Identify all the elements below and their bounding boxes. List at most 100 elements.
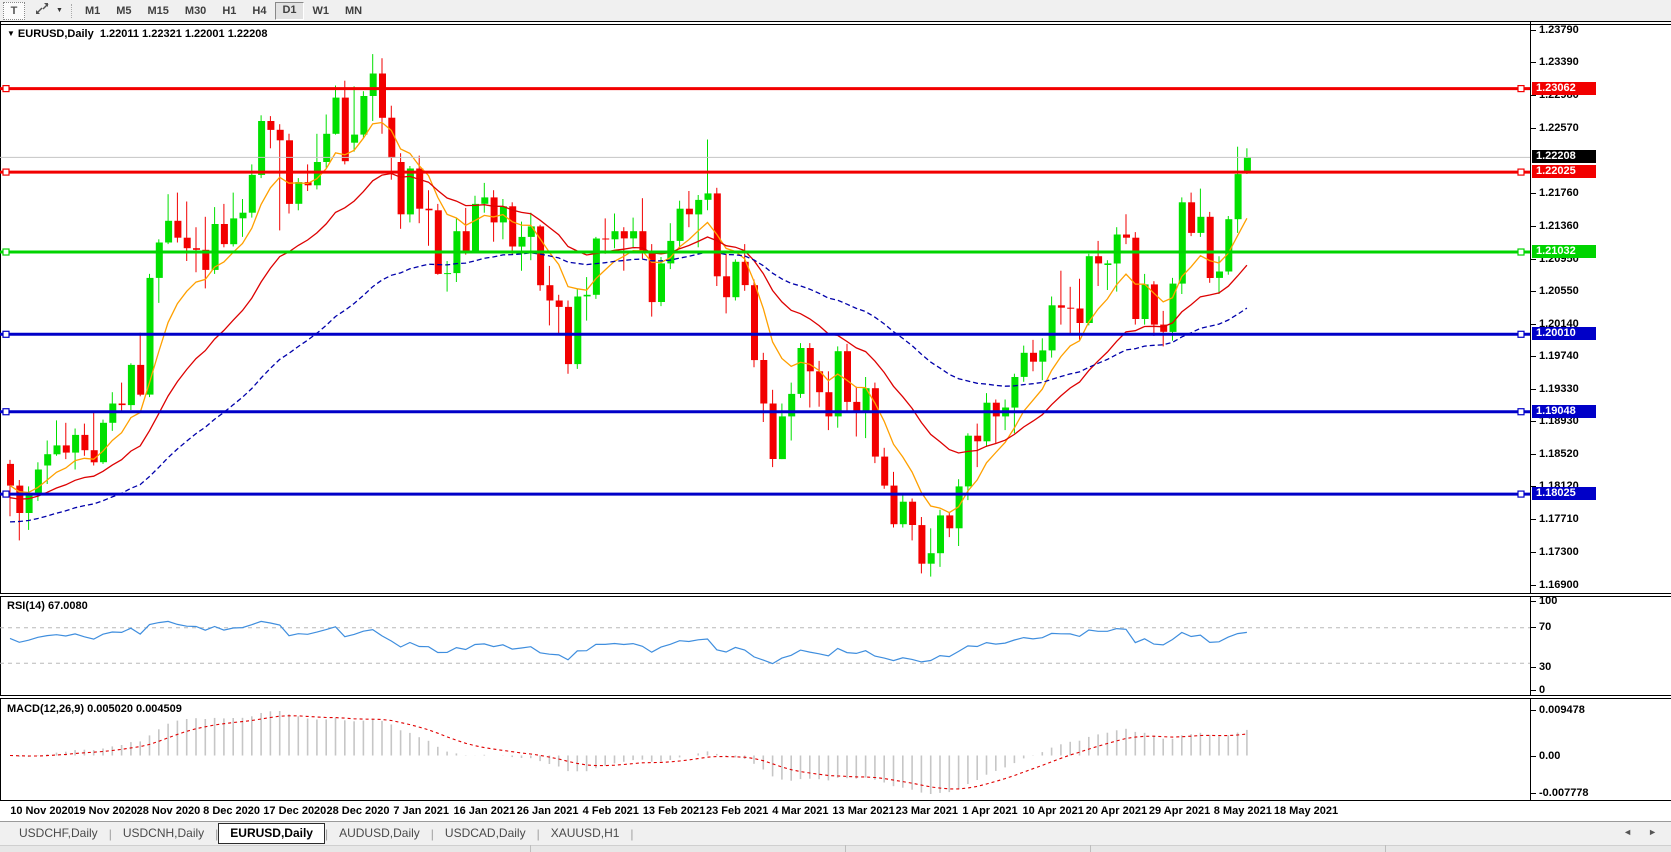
date-label: 10 Apr 2021 [1023, 805, 1084, 817]
status-bar-divider [845, 845, 846, 852]
status-bar-divider [1385, 845, 1386, 852]
date-label: 23 Mar 2021 [896, 805, 958, 817]
chart-tabs: USDCHF,Daily|USDCNH,Daily|EURUSD,Daily|A… [8, 823, 634, 844]
timeframe-buttons: M1M5M15M30H1H4D1W1MN [77, 2, 370, 20]
price-tick-label: 1.21360 [1539, 220, 1579, 232]
chart-tab-xauusd-h1[interactable]: XAUUSD,H1 [540, 824, 631, 843]
chart-tab-usdchf-daily[interactable]: USDCHF,Daily [8, 824, 109, 843]
macd-indicator-canvas[interactable] [0, 699, 1530, 800]
date-label: 13 Feb 2021 [643, 805, 705, 817]
line-anchor-marker [1518, 249, 1524, 255]
axis-tick-mark [1531, 627, 1536, 628]
axis-tick-mark [1531, 601, 1536, 602]
date-label: 20 Apr 2021 [1086, 805, 1147, 817]
price-tick-label: 1.17710 [1539, 513, 1579, 525]
toolbar-separator [71, 4, 72, 18]
price-tick-label: 1.21760 [1539, 187, 1579, 199]
chart-title-symbol: EURUSD,Daily [18, 28, 94, 40]
price-tick-label: 1.16900 [1539, 579, 1579, 591]
date-label: 13 Mar 2021 [832, 805, 894, 817]
timeframe-button-w1[interactable]: W1 [306, 3, 337, 19]
price-axis[interactable]: 1.237901.233901.229801.225701.217601.213… [1531, 21, 1671, 801]
axis-tick-mark [1531, 389, 1536, 390]
price-tick-label: 1.23790 [1539, 24, 1579, 36]
rsi-scale-label: 30 [1539, 661, 1551, 673]
rsi-scale-label: 0 [1539, 684, 1545, 696]
symbol-dropdown-icon[interactable]: ▼ [7, 29, 15, 38]
trading-app-window: T ▼ M1M5M15M30H1H4D1W1MN ▼EURUSD,Daily 1… [0, 0, 1671, 852]
line-anchor-marker [1518, 331, 1524, 337]
line-anchor-marker [3, 331, 9, 337]
axis-tick-mark [1531, 690, 1536, 691]
timeframe-button-h4[interactable]: H4 [245, 3, 273, 19]
axis-tick-mark [1531, 62, 1536, 63]
date-label: 19 Nov 2020 [73, 805, 137, 817]
price-level-badge: 1.21032 [1532, 245, 1596, 258]
timeframe-button-m30[interactable]: M30 [178, 3, 213, 19]
rsi-scale-label: 100 [1539, 595, 1557, 607]
date-label: 10 Nov 2020 [10, 805, 74, 817]
timeframe-button-h1[interactable]: H1 [215, 3, 243, 19]
price-tick-label: 1.18520 [1539, 448, 1579, 460]
tab-scroll-left-icon[interactable]: ◄ [1623, 827, 1632, 837]
axis-tick-mark [1531, 193, 1536, 194]
axis-tick-mark [1531, 95, 1536, 96]
rsi-scale-label: 70 [1539, 621, 1551, 633]
current-price-badge: 1.22208 [1532, 150, 1596, 163]
cursor-arrows-icon [35, 3, 49, 18]
line-anchor-marker [3, 169, 9, 175]
line-anchor-marker [1518, 169, 1524, 175]
date-label: 8 Dec 2020 [203, 805, 260, 817]
rsi-indicator-canvas[interactable] [0, 596, 1530, 695]
date-label: 26 Jan 2021 [517, 805, 579, 817]
date-label: 4 Mar 2021 [772, 805, 828, 817]
line-anchor-marker [3, 86, 9, 92]
date-label: 28 Nov 2020 [137, 805, 201, 817]
timeframe-button-m1[interactable]: M1 [78, 3, 107, 19]
timeframe-button-d1[interactable]: D1 [275, 2, 303, 20]
timeframe-button-m15[interactable]: M15 [141, 3, 176, 19]
axis-tick-mark [1531, 226, 1536, 227]
axis-tick-mark [1531, 552, 1536, 553]
price-chart-canvas[interactable] [0, 25, 1530, 593]
price-tick-label: 1.20550 [1539, 285, 1579, 297]
chart-tab-usdcnh-daily[interactable]: USDCNH,Daily [112, 824, 215, 843]
tab-divider: | [630, 827, 633, 841]
timeframe-toolbar: T ▼ M1M5M15M30H1H4D1W1MN [0, 0, 1671, 21]
chart-tab-audusd-daily[interactable]: AUDUSD,Daily [328, 824, 431, 843]
macd-scale-label: -0.007778 [1539, 787, 1589, 799]
price-tick-label: 1.23390 [1539, 56, 1579, 68]
line-anchor-marker [3, 491, 9, 497]
chart-tab-eurusd-daily[interactable]: EURUSD,Daily [218, 823, 325, 844]
tab-scroll-right-icon[interactable]: ► [1648, 827, 1657, 837]
line-anchor-marker [1518, 409, 1524, 415]
date-label: 7 Jan 2021 [393, 805, 449, 817]
arrows-tool-button[interactable] [31, 3, 53, 19]
timeframe-button-m5[interactable]: M5 [109, 3, 138, 19]
time-axis[interactable]: 10 Nov 202019 Nov 202028 Nov 20208 Dec 2… [0, 801, 1530, 821]
date-label: 17 Dec 2020 [263, 805, 326, 817]
chart-tab-bar: USDCHF,Daily|USDCNH,Daily|EURUSD,Daily|A… [0, 821, 1671, 845]
text-tool-button[interactable]: T [3, 2, 25, 20]
moving-average-medium [10, 174, 1247, 500]
price-level-badge: 1.19048 [1532, 405, 1596, 418]
macd-label: MACD(12,26,9) 0.005020 0.004509 [7, 703, 182, 715]
line-anchor-marker [3, 409, 9, 415]
line-anchor-marker [1518, 491, 1524, 497]
price-tick-label: 1.19740 [1539, 350, 1579, 362]
tool-dropdown-caret-icon[interactable]: ▼ [53, 7, 66, 14]
axis-tick-mark [1531, 291, 1536, 292]
date-label: 16 Jan 2021 [454, 805, 516, 817]
chart-tab-usdcad-daily[interactable]: USDCAD,Daily [434, 824, 537, 843]
axis-tick-mark [1531, 793, 1536, 794]
macd-scale-label: 0.00 [1539, 750, 1560, 762]
axis-tick-mark [1531, 454, 1536, 455]
price-level-badge: 1.18025 [1532, 487, 1596, 500]
line-anchor-marker [3, 249, 9, 255]
date-label: 28 Dec 2020 [327, 805, 390, 817]
date-label: 23 Feb 2021 [706, 805, 768, 817]
timeframe-button-mn[interactable]: MN [338, 3, 369, 19]
status-bar-divider [530, 845, 531, 852]
axis-tick-mark [1531, 756, 1536, 757]
price-level-badge: 1.22025 [1532, 165, 1596, 178]
